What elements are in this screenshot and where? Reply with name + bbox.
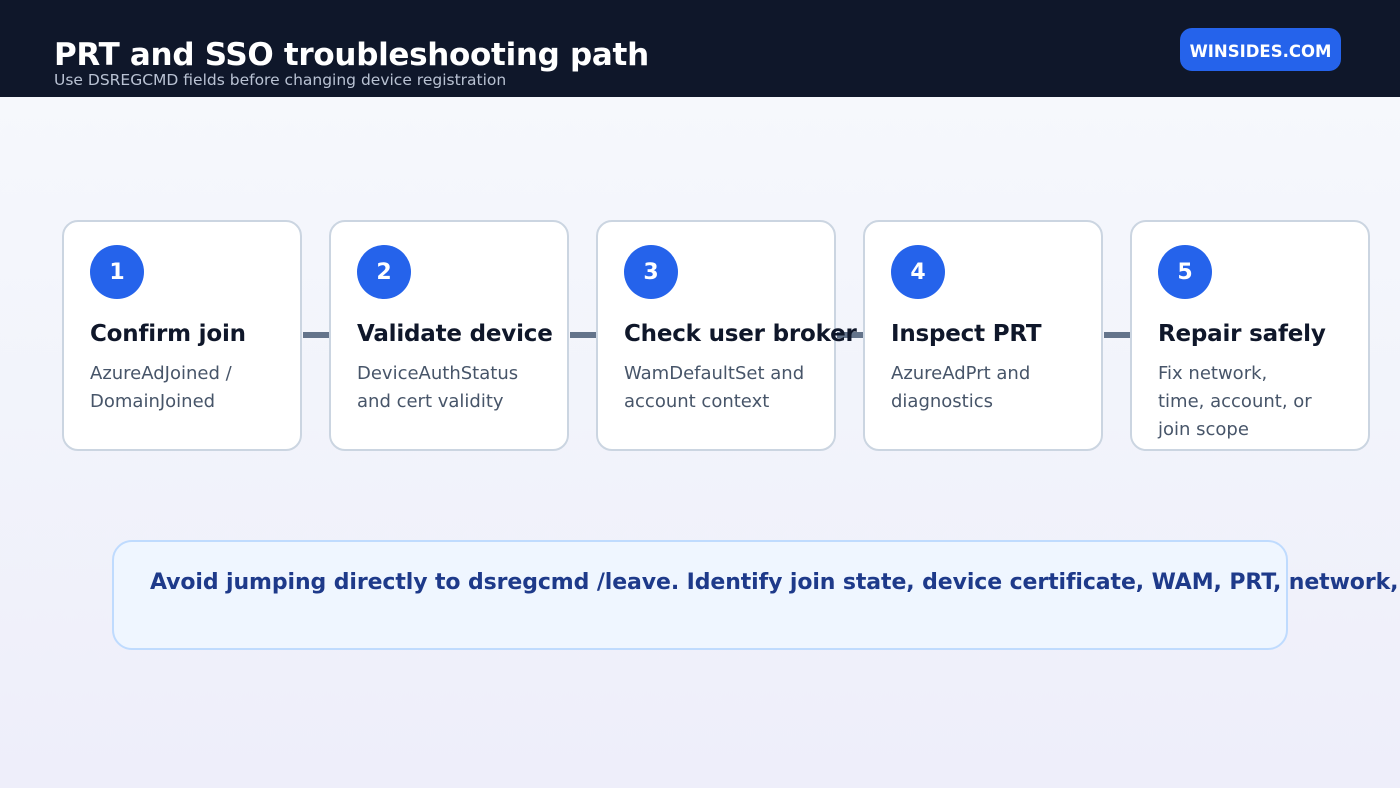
step-card-1: 1 Confirm join AzureAdJoined / DomainJoi… [62,220,302,451]
step-card-4: 4 Inspect PRT AzureAdPrt and diagnostics [863,220,1103,451]
brand-badge[interactable]: WINSIDES.COM [1180,28,1341,71]
step-description-line: account context [624,391,770,412]
step-card-3: 3 Check user broker WamDefaultSet and ac… [596,220,857,451]
step-description-line: and cert validity [357,391,504,412]
step-description-line: diagnostics [891,391,994,412]
page-subtitle: Use DSREGCMD fields before changing devi… [54,71,507,89]
step-description: Fix network, time, account, or join scop… [1158,360,1312,444]
step-description-line: AzureAdPrt and [891,363,1031,384]
step-description-line: Fix network, [1158,363,1268,384]
step-description: AzureAdPrt and diagnostics [891,360,1030,416]
step-title: Confirm join [90,321,246,347]
step-description-line: join scope [1158,419,1249,440]
warning-callout-text: Avoid jumping directly to dsregcmd /leav… [150,570,1400,595]
step-description: WamDefaultSet and account context [624,360,804,416]
connector-4-5 [1104,332,1131,338]
step-number-badge: 2 [357,245,411,299]
step-title: Check user broker [624,321,857,347]
step-description-line: DeviceAuthStatus [357,363,519,384]
step-description-line: DomainJoined [90,391,216,412]
step-number-badge: 3 [624,245,678,299]
step-card-5: 5 Repair safely Fix network, time, accou… [1130,220,1370,451]
step-description-line: AzureAdJoined / [90,363,232,384]
step-description: DeviceAuthStatus and cert validity [357,360,518,416]
step-card-2: 2 Validate device DeviceAuthStatus and c… [329,220,569,451]
step-description-line: time, account, or [1158,391,1312,412]
step-description-line: WamDefaultSet and [624,363,805,384]
step-title: Repair safely [1158,321,1326,347]
step-number-badge: 1 [90,245,144,299]
step-title: Validate device [357,321,553,347]
step-description: AzureAdJoined / DomainJoined [90,360,232,416]
header-bar: PRT and SSO troubleshooting path Use DSR… [0,0,1400,97]
connector-1-2 [303,332,330,338]
connector-2-3 [570,332,597,338]
step-number-badge: 5 [1158,245,1212,299]
step-number-badge: 4 [891,245,945,299]
step-title: Inspect PRT [891,321,1042,347]
